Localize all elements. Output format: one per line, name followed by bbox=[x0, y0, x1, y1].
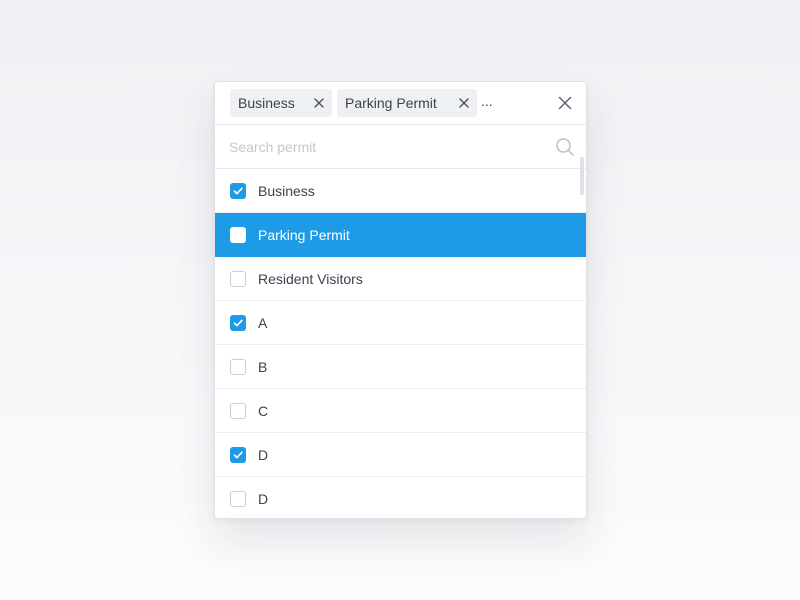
list-item[interactable]: A bbox=[215, 301, 586, 345]
search-input[interactable] bbox=[229, 135, 539, 159]
option-label: B bbox=[258, 359, 268, 375]
list-item[interactable]: Parking Permit bbox=[215, 213, 586, 257]
checkmark-icon bbox=[233, 319, 243, 327]
option-label: D bbox=[258, 447, 269, 463]
tag-chip-business: Business bbox=[230, 89, 332, 117]
list-item[interactable]: D bbox=[215, 477, 586, 518]
checkmark-icon bbox=[233, 451, 243, 459]
checkbox[interactable] bbox=[230, 403, 246, 419]
checkbox[interactable] bbox=[230, 491, 246, 507]
list-item[interactable]: C bbox=[215, 389, 586, 433]
checkbox[interactable] bbox=[230, 315, 246, 331]
close-icon[interactable] bbox=[558, 96, 572, 110]
checkbox[interactable] bbox=[230, 271, 246, 287]
option-label: Resident Visitors bbox=[258, 271, 363, 287]
search-bar bbox=[215, 125, 586, 169]
checkbox[interactable] bbox=[230, 447, 246, 463]
close-icon[interactable] bbox=[459, 98, 469, 108]
list-item[interactable]: D bbox=[215, 433, 586, 477]
option-label: D bbox=[258, 491, 269, 507]
checkbox[interactable] bbox=[230, 359, 246, 375]
options-list: Business Parking Permit Resident Visitor… bbox=[215, 169, 586, 518]
permit-multiselect-dropdown: Business Parking Permit ... Business bbox=[214, 81, 587, 519]
option-label: Business bbox=[258, 183, 315, 199]
list-item[interactable]: Business bbox=[215, 169, 586, 213]
selected-tags-bar: Business Parking Permit ... bbox=[215, 82, 586, 125]
checkmark-icon bbox=[233, 187, 243, 195]
tag-chip-label: Parking Permit bbox=[345, 95, 437, 111]
list-item[interactable]: Resident Visitors bbox=[215, 257, 586, 301]
option-label: Parking Permit bbox=[258, 227, 350, 243]
option-label: C bbox=[258, 403, 269, 419]
tag-chip-parking-permit: Parking Permit bbox=[337, 89, 477, 117]
scrollbar-thumb[interactable] bbox=[580, 157, 584, 195]
list-item[interactable]: B bbox=[215, 345, 586, 389]
option-label: A bbox=[258, 315, 268, 331]
more-tags-indicator: ... bbox=[481, 93, 493, 109]
tag-chip-label: Business bbox=[238, 95, 295, 111]
checkbox[interactable] bbox=[230, 227, 246, 243]
checkbox[interactable] bbox=[230, 183, 246, 199]
close-icon[interactable] bbox=[314, 98, 324, 108]
search-icon[interactable] bbox=[555, 137, 575, 157]
